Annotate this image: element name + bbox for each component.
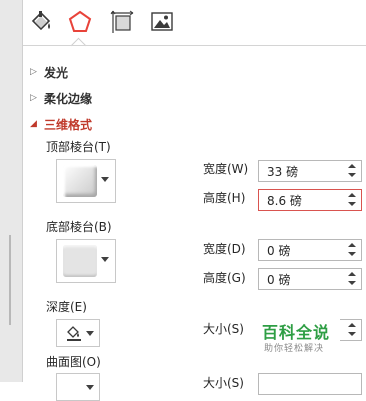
tab-size-properties[interactable] bbox=[108, 8, 136, 36]
section-3d-format[interactable]: ◢ 三维格式 bbox=[30, 115, 92, 133]
bottom-bevel-dropdown[interactable] bbox=[56, 239, 116, 283]
section-3d-format-label: 三维格式 bbox=[44, 117, 93, 132]
left-strip-mark bbox=[9, 235, 11, 325]
chevron-down-icon bbox=[101, 257, 109, 262]
collapse-arrow-icon: ◢ bbox=[30, 119, 37, 129]
top-width-spinner[interactable] bbox=[258, 160, 362, 182]
spin-up-icon[interactable] bbox=[347, 191, 357, 200]
depth-color-dropdown[interactable] bbox=[56, 319, 100, 347]
spin-down-icon[interactable] bbox=[347, 171, 357, 180]
tab-effects[interactable] bbox=[66, 8, 94, 36]
tab-bar bbox=[23, 0, 366, 44]
contour-size-label: 大小(S) bbox=[203, 376, 244, 390]
contour-color-dropdown[interactable] bbox=[56, 373, 100, 401]
bottom-height-spinner[interactable] bbox=[258, 268, 362, 290]
top-bevel-dropdown[interactable] bbox=[56, 159, 116, 203]
spin-up-icon[interactable] bbox=[347, 241, 357, 250]
bevel-preview-icon bbox=[63, 165, 97, 197]
section-soft-edges-label: 柔化边缘 bbox=[44, 91, 93, 106]
watermark-logo: 百科全说 bbox=[262, 323, 331, 342]
bottom-width-input[interactable] bbox=[259, 240, 347, 260]
bottom-bevel-label: 底部棱台(B) bbox=[46, 220, 112, 234]
section-glow[interactable]: ▷ 发光 bbox=[30, 63, 68, 81]
contour-size-input[interactable] bbox=[259, 374, 347, 394]
pentagon-icon bbox=[67, 9, 93, 35]
bottom-height-input[interactable] bbox=[259, 269, 347, 289]
contour-label: 曲面图(O) bbox=[46, 355, 101, 369]
spin-down-icon[interactable] bbox=[347, 250, 357, 259]
bottom-height-label: 高度(G) bbox=[203, 271, 246, 285]
bevel-preview-icon bbox=[63, 245, 97, 277]
left-strip bbox=[0, 0, 23, 382]
depth-label: 深度(E) bbox=[46, 300, 87, 314]
spin-up-icon[interactable] bbox=[347, 270, 357, 279]
expand-arrow-icon: ▷ bbox=[30, 93, 37, 103]
spin-down-icon[interactable] bbox=[347, 200, 357, 209]
tab-picture[interactable] bbox=[148, 8, 176, 36]
top-width-input[interactable] bbox=[259, 161, 347, 181]
picture-icon bbox=[149, 9, 175, 35]
bottom-width-label: 宽度(D) bbox=[203, 242, 246, 256]
depth-size-label: 大小(S) bbox=[203, 322, 244, 336]
spin-up-icon[interactable] bbox=[347, 162, 357, 171]
contour-size-spinner[interactable] bbox=[258, 373, 362, 395]
top-height-label: 高度(H) bbox=[203, 191, 246, 205]
watermark: 百科全说 助你轻松解决 bbox=[250, 315, 340, 357]
spin-down-icon[interactable] bbox=[347, 330, 357, 339]
top-height-input[interactable] bbox=[259, 190, 347, 210]
paint-bucket-icon bbox=[29, 9, 55, 35]
top-height-spinner[interactable] bbox=[258, 189, 362, 211]
size-properties-icon bbox=[109, 9, 135, 35]
expand-arrow-icon: ▷ bbox=[30, 67, 37, 77]
chevron-down-icon bbox=[86, 331, 94, 336]
top-bevel-label: 顶部棱台(T) bbox=[46, 140, 111, 154]
top-width-label: 宽度(W) bbox=[203, 162, 249, 176]
chevron-down-icon bbox=[86, 385, 94, 390]
spin-down-icon[interactable] bbox=[347, 279, 357, 288]
paint-bucket-icon bbox=[65, 324, 83, 345]
section-glow-label: 发光 bbox=[44, 65, 69, 80]
chevron-down-icon bbox=[101, 177, 109, 182]
bottom-width-spinner[interactable] bbox=[258, 239, 362, 261]
watermark-sub: 助你轻松解决 bbox=[264, 344, 325, 354]
section-soft-edges[interactable]: ▷ 柔化边缘 bbox=[30, 89, 92, 107]
tab-fill-line[interactable] bbox=[28, 8, 56, 36]
spin-up-icon[interactable] bbox=[347, 321, 357, 330]
tab-divider bbox=[23, 45, 366, 46]
